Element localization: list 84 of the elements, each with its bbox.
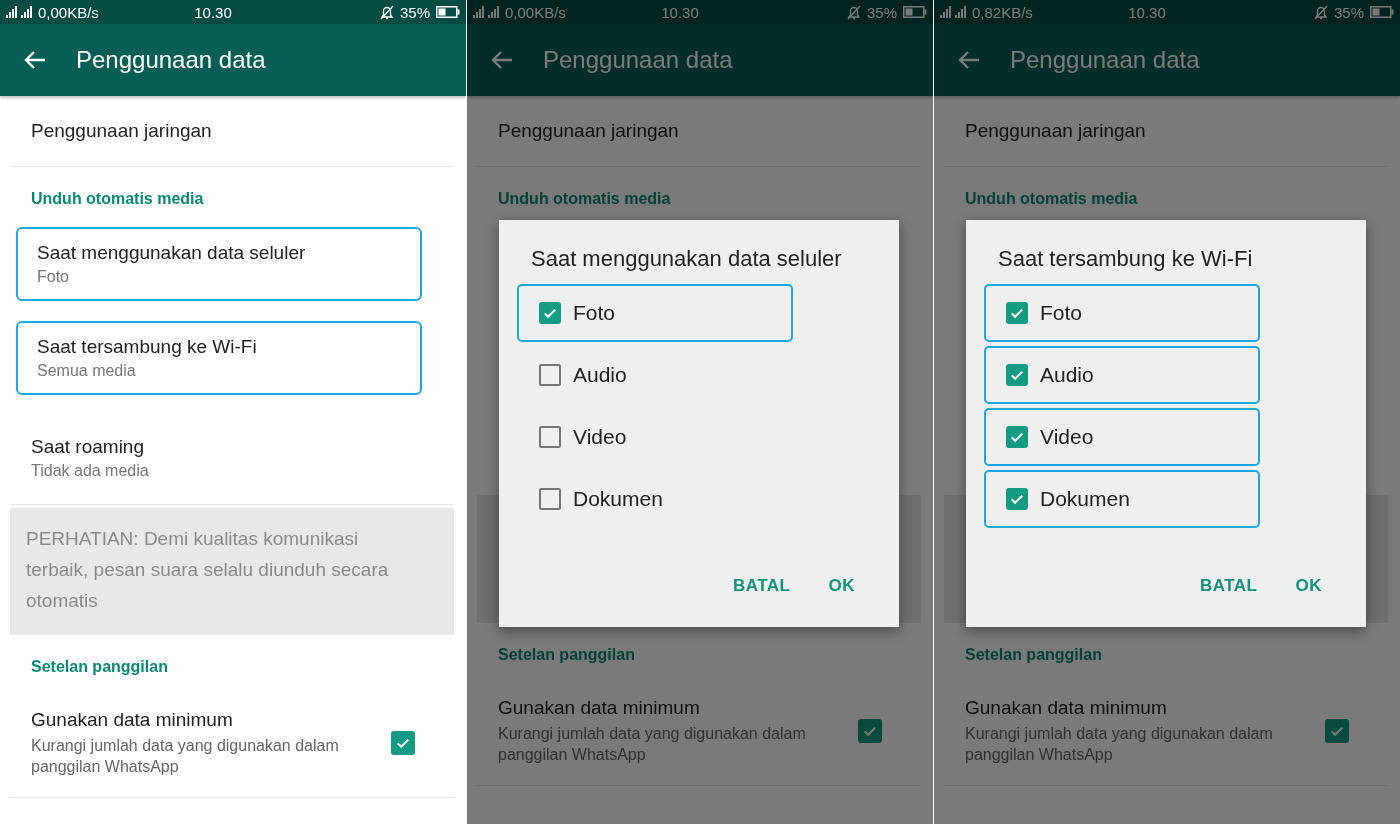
item-title: Saat menggunakan data seluler [37,242,307,264]
settings-item[interactable]: Penggunaan jaringan [477,96,921,167]
bell-off-icon [846,4,861,20]
settings-item[interactable]: Penggunaan jaringan [944,96,1388,167]
section-header: Setelan panggilan [497,645,636,665]
item-title: Gunakan data minimum [498,697,701,719]
back-arrow-icon[interactable] [958,50,980,70]
network-speed: 0,82KB/s [972,3,1033,21]
checkbox[interactable] [539,426,561,448]
settings-item[interactable]: Saat tersambung ke Wi-Fi Semua media [16,321,422,395]
battery-percent: 35% [866,3,897,21]
dialog-title: Saat menggunakan data seluler [530,246,843,272]
option-label: Dokumen [573,487,663,511]
signal-icon [473,6,485,18]
item-title: Saat roaming [31,435,145,458]
signal-icon [21,5,35,19]
media-option[interactable]: Video [984,408,1260,466]
media-option[interactable]: Foto [517,284,793,342]
screen-title: Penggunaan data [543,46,733,74]
item-subtitle: Semua media [37,362,137,380]
item-subtitle: Tidak ada media [31,461,150,480]
option-label: Foto [1040,301,1083,325]
back-arrow-icon[interactable] [491,50,513,70]
item-title: Penggunaan jaringan [965,120,1147,142]
battery-percent: 35% [399,3,430,21]
clock: 10.30 [1127,3,1167,21]
back-arrow-icon[interactable] [24,50,46,70]
option-label: Video [1040,425,1094,449]
item-subtitle: Foto [37,268,70,286]
option-label: Video [573,425,627,449]
settings-item[interactable]: Saat menggunakan data seluler Foto [16,227,422,301]
checkbox[interactable] [539,364,561,386]
battery-icon [1370,6,1394,18]
section-header: Setelan panggilan [964,645,1103,665]
item-title: Penggunaan jaringan [498,120,680,142]
signal-icon [488,5,502,19]
settings-item[interactable]: Saat roaming Tidak ada media [10,411,454,505]
clock: 10.30 [660,3,700,21]
option-label: Dokumen [1040,487,1130,511]
network-speed: 0,00KB/s [38,3,99,21]
bell-off-icon [1313,4,1328,20]
media-option[interactable]: Foto [984,284,1260,342]
option-label: Audio [1040,363,1094,387]
media-option[interactable]: Video [517,408,793,466]
checkbox[interactable] [539,488,561,510]
section-header: Unduh otomatis media [30,189,205,209]
checkbox[interactable] [1006,426,1028,448]
battery-percent: 35% [1333,3,1364,21]
bell-off-icon [379,4,394,20]
item-title: Gunakan data minimum [31,709,234,731]
checkbox[interactable] [1006,364,1028,386]
network-speed: 0,00KB/s [505,3,566,21]
media-option[interactable]: Audio [984,346,1260,404]
item-title: Saat tersambung ke Wi-Fi [37,336,258,358]
signal-icon [955,5,969,19]
section-header: Setelan panggilan [30,657,169,677]
checkbox[interactable] [1006,488,1028,510]
checkbox[interactable] [1325,719,1349,743]
battery-icon [436,6,460,18]
checkbox[interactable] [391,731,415,755]
screen-title: Penggunaan data [1010,46,1200,74]
section-header: Unduh otomatis media [964,189,1139,209]
dialog-title: Saat tersambung ke Wi-Fi [997,246,1254,272]
media-option[interactable]: Audio [517,346,793,404]
settings-item[interactable]: Penggunaan jaringan [10,96,454,167]
item-title: Penggunaan jaringan [31,120,213,142]
signal-icon [6,6,18,18]
checkbox[interactable] [1006,302,1028,324]
screen-title: Penggunaan data [76,46,266,74]
option-label: Audio [573,363,627,387]
item-subtitle: Kurangi jumlah data yang digunakan dalam panggilan WhatsApp [498,724,807,765]
signal-icon [940,6,952,18]
section-header: Unduh otomatis media [497,189,672,209]
checkbox[interactable] [858,719,882,743]
notice-text: PERHATIAN: Demi kualitas komunikasi terbaik, pesan suara selalu diunduh secara otomatis [10,508,454,635]
media-option[interactable]: Dokumen [984,470,1260,528]
media-option[interactable]: Dokumen [517,470,793,528]
item-subtitle: Kurangi jumlah data yang digunakan dalam panggilan WhatsApp [31,736,340,777]
checkbox[interactable] [539,302,561,324]
item-title: Gunakan data minimum [965,697,1168,719]
battery-icon [903,6,927,18]
clock: 10.30 [193,3,233,21]
option-label: Foto [573,301,616,325]
item-subtitle: Kurangi jumlah data yang digunakan dalam panggilan WhatsApp [965,724,1274,765]
